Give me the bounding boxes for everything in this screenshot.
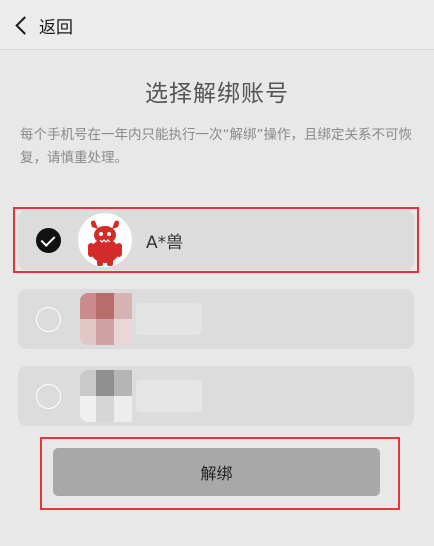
page-title: 选择解绑账号	[145, 81, 289, 107]
unchecked-radio-icon[interactable]	[36, 384, 61, 409]
blurred-avatar-icon	[80, 293, 210, 345]
blurred-avatar-icon	[80, 370, 210, 422]
back-button[interactable]: 返回	[14, 12, 73, 38]
unbind-notice: 每个手机号在一年内只能执行一次“解绑”操作，且绑定关系不可恢复，请慎重处理。	[20, 127, 412, 166]
chevron-left-icon	[15, 15, 34, 35]
unbind-button[interactable]: 解绑	[53, 448, 380, 496]
unchecked-radio-icon[interactable]	[36, 307, 61, 332]
account-item[interactable]: A*兽	[18, 210, 414, 270]
account-item[interactable]	[18, 289, 414, 349]
account-item[interactable]	[18, 366, 414, 426]
back-label: 返回	[39, 17, 73, 38]
checked-radio-icon[interactable]	[36, 228, 61, 253]
account-name: A*兽	[146, 233, 184, 253]
avatar	[78, 213, 132, 267]
navigation-bar: 返回	[0, 0, 434, 50]
red-monster-avatar-icon	[88, 220, 122, 266]
